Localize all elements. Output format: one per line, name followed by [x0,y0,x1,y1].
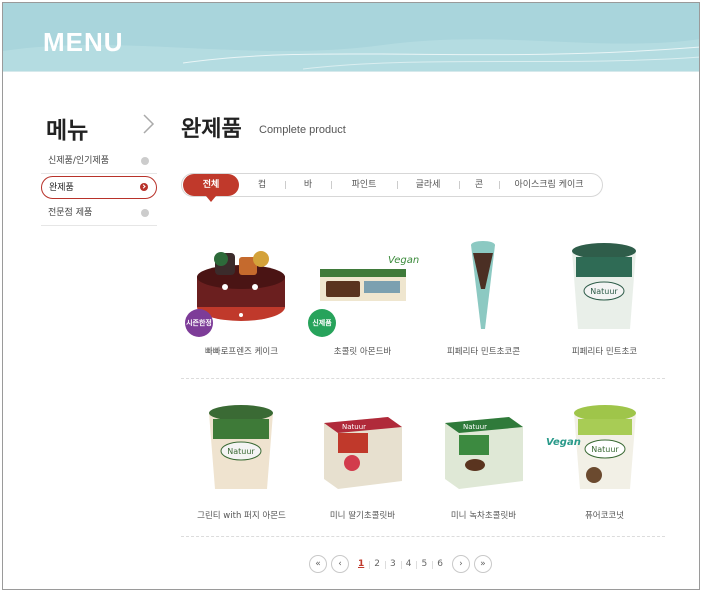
pint-product-icon: Natuur [572,243,636,329]
chevron-right-icon [143,114,155,134]
tab-pint[interactable]: 파인트 [331,174,397,196]
page-link-2[interactable]: 2 [369,559,385,569]
tab-bar[interactable]: 바 [285,174,331,196]
product-name: 피페리타 민트초코 [571,347,638,357]
product-name: 빠빠로프렌즈 케이크 [204,347,279,357]
sidebar-menu: 신제품/인기제품 완제품 전문점 제품 [41,150,157,226]
page-link-3[interactable]: 3 [385,559,401,569]
tab-cone[interactable]: 콘 [459,174,499,196]
next-page-button[interactable]: › [451,555,470,573]
circle-arrow-icon [141,209,149,217]
page-link-1[interactable]: 1 [353,559,369,569]
sidebar-item-complete-product[interactable]: 완제품 [41,176,157,199]
sidebar-title: 메뉴 [46,118,89,144]
cone-product-icon [471,241,495,329]
product-card[interactable]: Vegan 신제품 초콜릿 아몬드바 [302,229,423,357]
season-limited-badge: 시즌한정 [185,309,213,337]
tab-icecream-cake[interactable]: 아이스크림 케이크 [499,174,599,196]
page-link-5[interactable]: 5 [416,559,432,569]
product-name: 미니 딸기초콜릿바 [329,511,396,521]
circle-arrow-icon [141,157,149,165]
vegan-mark: Vegan [546,437,581,448]
first-page-button[interactable]: « [309,555,327,573]
product-row: 시즌한정 빠빠로프렌즈 케이크 Vegan 신제품 초콜릿 아몬드바 피페리타 … [181,229,665,379]
page-subtitle: Complete product [259,124,346,136]
product-image: Natuur [423,393,544,501]
new-product-badge: 신제품 [308,309,336,337]
product-image: Natuur Vegan [544,393,665,501]
box-product-icon: Natuur [324,417,402,489]
product-name: 퓨어코코넛 [584,511,625,521]
product-image [423,229,544,337]
product-card[interactable]: Natuur 미니 녹차초콜릿바 [423,393,544,521]
product-grid: 시즌한정 빠빠로프렌즈 케이크 Vegan 신제품 초콜릿 아몬드바 피페리타 … [181,229,665,537]
last-page-button[interactable]: » [473,555,492,573]
product-image: Natuur [181,393,302,501]
product-name: 피페리타 민트초코콘 [446,347,521,357]
sidebar-item-new-popular[interactable]: 신제품/인기제품 [41,150,157,174]
product-image: 시즌한정 [181,229,302,337]
page-title: 완제품 [181,117,242,142]
product-name: 그린티 with 퍼지 아몬드 [197,511,286,521]
pagination: « ‹ 1 2 3 4 5 6 › » [309,554,496,574]
brand-logo: Natuur [590,287,618,296]
sidebar-item-label: 전문점 제품 [48,208,93,218]
sidebar-item-specialty-store[interactable]: 전문점 제품 [41,202,157,226]
tab-glace[interactable]: 글라세 [397,174,459,196]
product-row: Natuur 그린티 with 퍼지 아몬드 Natuur 미니 딸기초콜릿바 [181,393,665,537]
category-tabs: 전체 컵 바 파인트 글라세 콘 아이스크림 케이크 [181,173,603,202]
product-image: Natuur [544,229,665,337]
product-card[interactable]: Natuur 그린티 with 퍼지 아몬드 [181,393,302,521]
product-image: Vegan 신제품 [302,229,423,337]
page-link-6[interactable]: 6 [432,559,448,569]
brand-logo: Natuur [591,445,619,454]
banner-divider [3,71,699,72]
banner-title: MENU [43,27,124,57]
product-card[interactable]: Natuur 미니 딸기초콜릿바 [302,393,423,521]
pint-product-icon: Natuur Vegan [546,405,636,489]
page-frame: MENU 메뉴 신제품/인기제품 완제품 전문점 제품 완제품 Complete… [2,2,700,590]
prev-page-button[interactable]: ‹ [331,555,349,573]
product-image: Natuur [302,393,423,501]
product-card[interactable]: Natuur Vegan 퓨어코코넛 [544,393,665,521]
tab-all[interactable]: 전체 [183,174,239,202]
vegan-mark: Vegan [388,255,419,266]
product-name: 미니 녹차초콜릿바 [450,511,517,521]
page-link-4[interactable]: 4 [400,559,417,569]
product-name: 초콜릿 아몬드바 [333,347,392,357]
tab-cup[interactable]: 컵 [239,174,285,196]
product-card[interactable]: 피페리타 민트초코콘 [423,229,544,357]
circle-arrow-icon [140,183,148,191]
menu-banner: MENU [3,3,699,71]
sidebar-item-label: 완제품 [49,183,74,193]
box-product-icon: Natuur [445,417,523,489]
sidebar-item-label: 신제품/인기제품 [48,156,109,166]
brand-logo: Natuur [463,423,487,431]
brand-logo: Natuur [227,447,255,456]
pint-product-icon: Natuur [209,405,273,489]
brand-logo: Natuur [342,423,366,431]
product-card[interactable]: 시즌한정 빠빠로프렌즈 케이크 [181,229,302,357]
product-card[interactable]: Natuur 피페리타 민트초코 [544,229,665,357]
